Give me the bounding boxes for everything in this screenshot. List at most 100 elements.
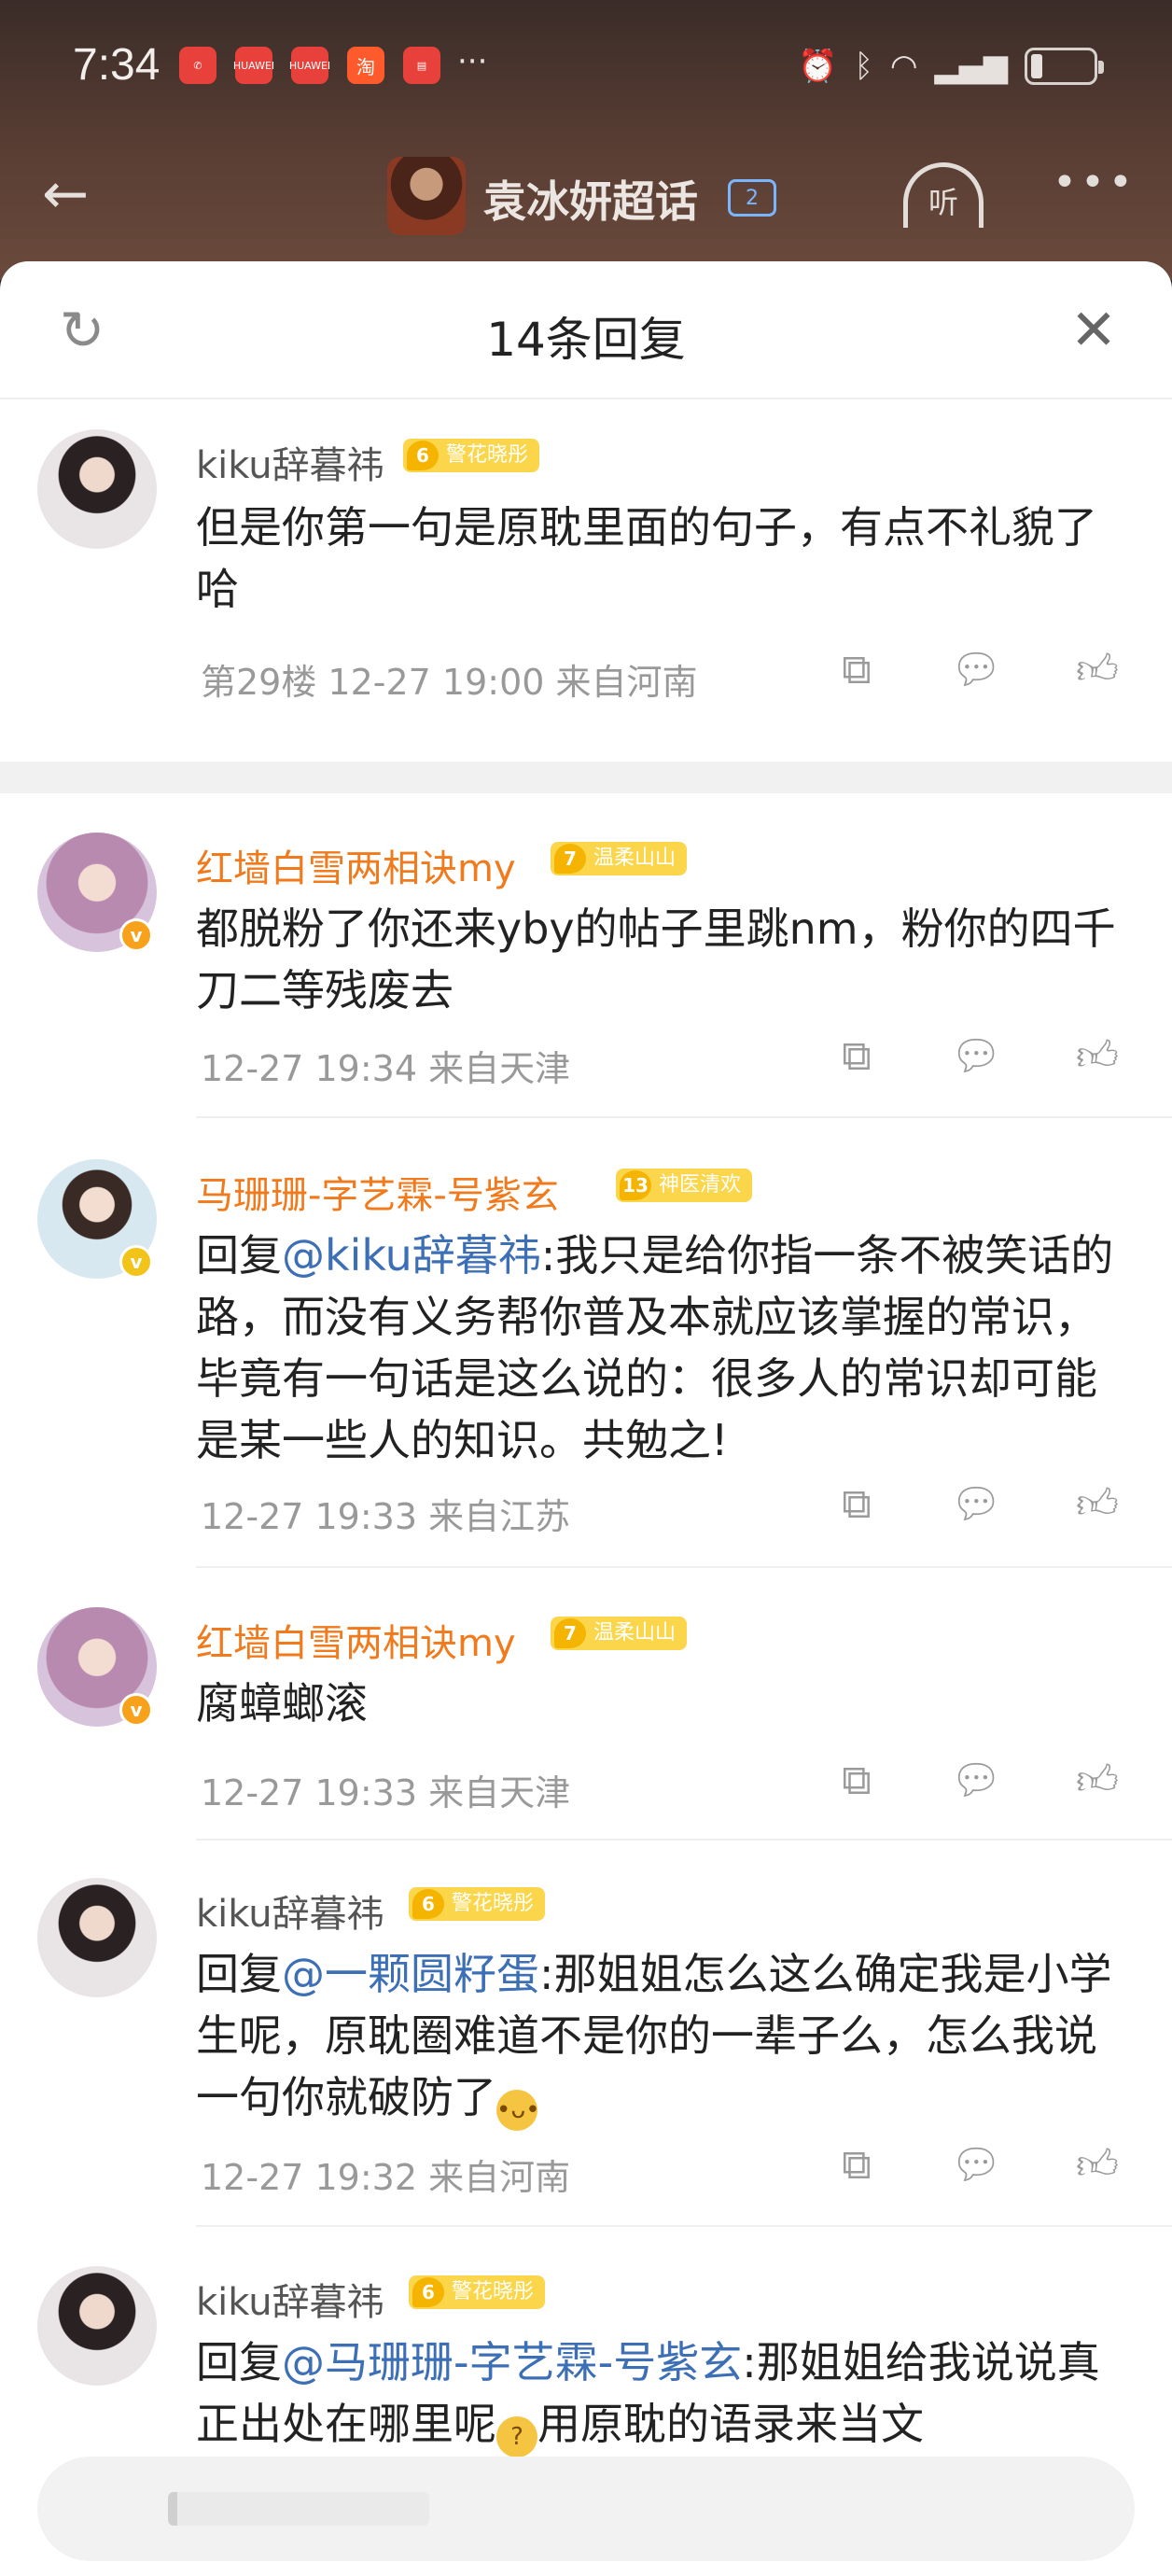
reply-meta: 12-27 19:34 来自天津 (201, 1048, 571, 1089)
username[interactable]: 马珊珊-字艺霖-号紫玄 (196, 1165, 559, 1219)
wifi-icon: ◠ (889, 48, 918, 85)
fan-level: 6 (407, 441, 439, 470)
comment-icon[interactable]: 💬︎ (950, 1030, 1002, 1083)
mention-link[interactable]: @kiku辞暮祎 (282, 1230, 541, 1281)
signal-icon: ▂▄▆ (934, 48, 1008, 85)
notification-more-icon: ··· (457, 43, 488, 80)
reply-meta: 12-27 19:32 来自河南 (201, 2157, 571, 2198)
fan-title: 警花晓彤 (452, 2280, 535, 2303)
mention-link[interactable]: @一颗圆籽蛋 (282, 1949, 539, 1999)
like-icon[interactable]: 👍︎ (1071, 1030, 1123, 1083)
fan-badge: 13 神医清欢 (616, 1169, 753, 1202)
reply-meta: 第29楼 12-27 19:00 来自河南 (201, 662, 698, 703)
like-icon[interactable]: 👍︎ (1071, 1478, 1123, 1531)
comment-icon[interactable]: 💬︎ (950, 644, 1002, 696)
back-arrow-icon[interactable]: ← (42, 166, 117, 222)
top-area: 7:34 ✆ HUAWEI HUAWEI 淘 ▤ ··· ⏰ ᛒ ◠ ▂▄▆ ←… (0, 0, 1172, 280)
alarm-icon: ⏰ (798, 48, 838, 85)
reply-prefix: 回复 (196, 2337, 282, 2387)
fan-title: 温柔山山 (593, 847, 677, 870)
fan-title: 神医清欢 (659, 1173, 742, 1197)
verified-badge-icon: v (119, 918, 153, 952)
share-icon[interactable]: ⧉ (830, 1755, 883, 1807)
fan-level: 6 (412, 1889, 444, 1919)
reply-content: 回复@kiku辞暮祎:我只是给你指一条不被笑话的路，而没有义务帮你普及本就应该掌… (196, 1225, 1120, 1471)
divider (0, 762, 1172, 793)
divider (196, 2225, 1172, 2227)
avatar[interactable] (37, 429, 157, 549)
reply-item: kiku辞暮祎 6 警花晓彤 回复@一颗圆籽蛋:那姐姐怎么这么确定我是小学生呢，… (0, 1878, 1172, 2233)
username[interactable]: 红墙白雪两相诀my (196, 838, 516, 892)
close-icon[interactable]: ✕ (1064, 301, 1123, 360)
reply-item: v 马珊珊-字艺霖-号紫玄 13 神医清欢 回复@kiku辞暮祎:我只是给你指一… (0, 1159, 1172, 1551)
super-topic-badge-icon: 2 (728, 179, 776, 217)
status-time: 7:34 (73, 40, 160, 90)
fan-title: 温柔山山 (593, 1621, 677, 1645)
sheet-title: 14条回复 (486, 313, 686, 367)
reply-content: 腐蟑螂滚 (196, 1678, 368, 1729)
fan-title: 警花晓彤 (446, 443, 529, 467)
username[interactable]: 红墙白雪两相诀my (196, 1613, 516, 1667)
topic-header: ← 袁冰妍超话 2 听 ••• (0, 140, 1172, 247)
more-options-icon[interactable]: ••• (1053, 159, 1137, 206)
huawei-app-icon: HUAWEI (233, 47, 274, 84)
reply-content: 回复@马珊珊-字艺霖-号紫玄:那姐姐给我说说真正出处在哪里呢? 用原耽的语录来当文 (196, 2331, 1120, 2457)
username[interactable]: kiku辞暮祎 (196, 435, 384, 489)
reply-item: v 红墙白雪两相诀my 7 温柔山山 都脱粉了你还来yby的帖子里跳nm，粉你的… (0, 833, 1172, 1094)
comment-icon[interactable]: 💬︎ (950, 2139, 1002, 2191)
reply-meta: 12-27 19:33 来自江苏 (201, 1496, 571, 1537)
huawei-app-icon: HUAWEI (289, 47, 330, 84)
comment-icon[interactable]: 💬︎ (950, 1755, 1002, 1807)
status-indicators: ⏰ ᛒ ◠ ▂▄▆ (798, 45, 1104, 88)
divider (196, 1566, 1172, 1568)
fan-badge: 6 警花晓彤 (409, 1887, 546, 1921)
verified-badge-icon: v (119, 1245, 153, 1279)
reply-meta: 12-27 19:33 来自天津 (201, 1772, 571, 1813)
reply-prefix: 回复 (196, 1949, 282, 1999)
reply-content: 都脱粉了你还来yby的帖子里跳nm，粉你的四千刀二等残废去 (196, 903, 1116, 1015)
mention-link[interactable]: @马珊珊-字艺霖-号紫玄 (282, 2337, 742, 2387)
fan-level: 7 (554, 844, 586, 874)
fan-badge: 6 警花晓彤 (409, 2275, 546, 2309)
username[interactable]: kiku辞暮祎 (196, 2272, 384, 2326)
reply-text-tail: 用原耽的语录来当文 (537, 2399, 924, 2449)
like-icon[interactable]: 👍︎ (1071, 1755, 1123, 1807)
listen-headphone-icon[interactable]: 听 (903, 162, 984, 228)
book-app-icon: ▤ (403, 47, 440, 84)
taobao-app-icon: 淘 (347, 47, 384, 84)
input-placeholder-blur (168, 2492, 429, 2526)
battery-icon (1025, 48, 1104, 85)
avatar[interactable] (37, 2266, 157, 2386)
fan-level: 13 (620, 1170, 651, 1200)
topic-title[interactable]: 袁冰妍超话 (483, 168, 698, 230)
share-icon[interactable]: ⧉ (830, 2139, 883, 2191)
share-icon[interactable]: ⧉ (830, 1030, 883, 1083)
share-icon[interactable]: ⧉ (830, 1478, 883, 1531)
reply-prefix: 回复 (196, 1230, 282, 1281)
divider (196, 1116, 1172, 1118)
topic-avatar[interactable] (387, 157, 466, 235)
reply-sheet: ↻ 14条回复 ✕ kiku辞暮祎 6 警花晓彤 但是你第一句是原耽里面的句子，… (0, 261, 1172, 2576)
missed-call-icon: ✆ (179, 47, 216, 84)
reply-content: 回复@一颗圆籽蛋:那姐姐怎么这么确定我是小学生呢，原耽圈难道不是你的一辈子么，怎… (196, 1943, 1120, 2131)
bluetooth-icon: ᛒ (854, 48, 873, 85)
avatar[interactable] (37, 1878, 157, 1997)
reply-content: 但是你第一句是原耽里面的句子，有点不礼貌了哈 (196, 502, 1097, 614)
status-bar: 7:34 ✆ HUAWEI HUAWEI 淘 ▤ ··· ⏰ ᛒ ◠ ▂▄▆ (0, 0, 1172, 140)
fan-level: 7 (554, 1618, 586, 1648)
fan-title: 警花晓彤 (452, 1892, 535, 1915)
verified-badge-icon: v (119, 1693, 153, 1727)
reply-item: v 红墙白雪两相诀my 7 温柔山山 腐蟑螂滚 12-27 19:33 来自天津… (0, 1607, 1172, 1841)
thinking-emoji-icon: ? (496, 2416, 537, 2457)
username[interactable]: kiku辞暮祎 (196, 1883, 384, 1938)
fan-badge: 6 警花晓彤 (403, 439, 540, 472)
comment-icon[interactable]: 💬︎ (950, 1478, 1002, 1531)
reply-input-bar[interactable] (37, 2457, 1135, 2561)
sheet-header: ↻ 14条回复 ✕ (0, 261, 1172, 399)
like-icon[interactable]: 👍︎ (1071, 2139, 1123, 2191)
fan-level: 6 (412, 2277, 444, 2307)
like-icon[interactable]: 👍︎ (1071, 644, 1123, 696)
fan-badge: 7 温柔山山 (551, 1617, 688, 1650)
pleading-emoji-icon: •ᴗ• (496, 2090, 540, 2131)
share-icon[interactable]: ⧉ (830, 644, 883, 696)
